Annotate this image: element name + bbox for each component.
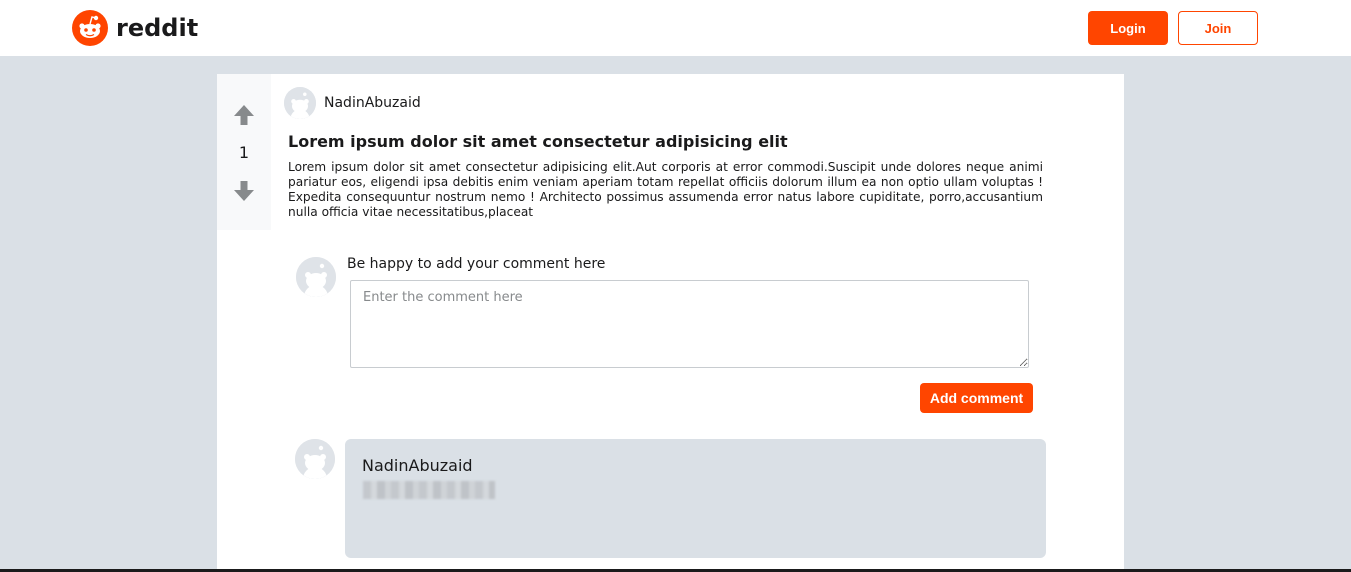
comment-text xyxy=(363,481,495,499)
reddit-logo[interactable]: reddit xyxy=(72,10,198,46)
vote-column: 1 xyxy=(217,74,271,230)
arrow-down-icon[interactable] xyxy=(232,179,256,203)
comment-input[interactable] xyxy=(350,280,1029,368)
post-author[interactable]: NadinAbuzaid xyxy=(324,95,421,111)
logo-text: reddit xyxy=(116,14,199,42)
default-avatar-icon xyxy=(284,87,316,119)
post-title: Lorem ipsum dolor sit amet consectetur a… xyxy=(288,132,788,151)
post-card: 1 NadinAbuzaid Lorem ipsum dolor sit ame… xyxy=(217,74,1124,572)
join-button[interactable]: Join xyxy=(1178,11,1258,45)
default-avatar-icon xyxy=(295,439,335,479)
top-header: reddit Login Join xyxy=(0,0,1351,56)
reddit-alien-icon xyxy=(72,10,108,46)
comment-item: NadinAbuzaid xyxy=(345,439,1046,558)
comment-prompt: Be happy to add your comment here xyxy=(347,256,606,272)
default-avatar-icon xyxy=(296,257,336,297)
arrow-up-icon[interactable] xyxy=(232,103,256,127)
comment-author[interactable]: NadinAbuzaid xyxy=(362,456,473,475)
add-comment-button[interactable]: Add comment xyxy=(920,383,1033,413)
login-button[interactable]: Login xyxy=(1088,11,1168,45)
vote-count: 1 xyxy=(238,143,250,162)
post-body: Lorem ipsum dolor sit amet consectetur a… xyxy=(288,160,1043,219)
